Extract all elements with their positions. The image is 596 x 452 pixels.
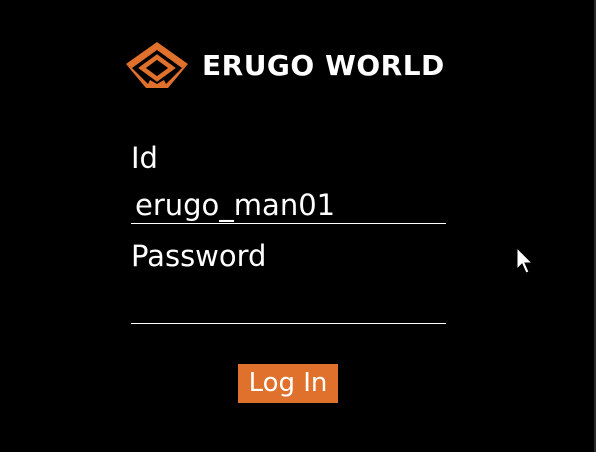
mouse-pointer-icon (516, 247, 534, 274)
login-button[interactable]: Log In (238, 364, 338, 403)
password-input[interactable] (131, 286, 446, 324)
id-label: Id (131, 141, 158, 175)
brand-name: ERUGO WORLD (202, 48, 445, 82)
password-label: Password (131, 239, 267, 273)
id-input[interactable] (131, 186, 446, 224)
brand-logo: ERUGO WORLD (124, 40, 445, 90)
login-screen: ERUGO WORLD Id Password Log In (0, 0, 596, 452)
erugo-diamond-logo-icon (126, 42, 188, 88)
